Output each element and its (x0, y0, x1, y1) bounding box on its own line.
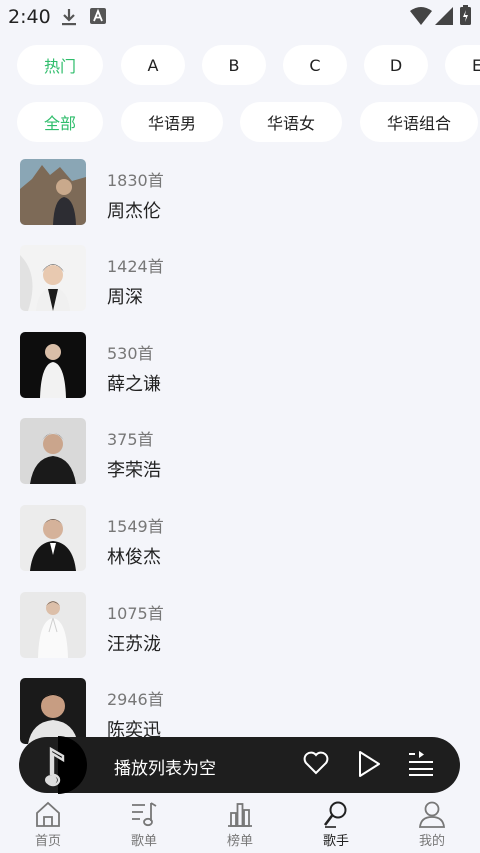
song-count: 1549首 (107, 517, 164, 536)
bottom-tab-bar: 首页 歌单 榜单 歌手 我的 (0, 795, 480, 853)
download-icon (60, 7, 78, 31)
cellular-signal-icon (435, 7, 453, 29)
singer-avatar (20, 678, 86, 744)
tab-label: 歌手 (322, 834, 349, 849)
category-filter-row: 全部 华语男 华语女 华语组合 (0, 102, 480, 144)
microphone-icon (323, 801, 347, 828)
tab-playlists[interactable]: 歌单 (96, 799, 192, 853)
user-icon (419, 801, 445, 828)
song-count: 1075首 (107, 604, 164, 623)
song-count: 375首 (107, 430, 154, 449)
tab-label: 歌单 (130, 834, 157, 849)
battery-icon (460, 5, 471, 29)
tab-label: 我的 (418, 834, 445, 849)
home-icon (36, 801, 60, 827)
chip-chinese-female[interactable]: 华语女 (240, 102, 342, 142)
song-count: 2946首 (107, 690, 164, 709)
status-time: 2:40 (8, 6, 51, 28)
bar-chart-icon (228, 803, 252, 827)
singer-avatar (20, 592, 86, 658)
singer-name: 薛之谦 (107, 374, 161, 395)
singer-avatar (20, 505, 86, 571)
singer-row[interactable]: 375首 李荣浩 (0, 418, 480, 504)
song-count: 1424首 (107, 257, 164, 276)
player-status-text: 播放列表为空 (114, 759, 216, 779)
chip-letter-e[interactable]: E (445, 45, 480, 85)
chip-letter-d[interactable]: D (364, 45, 428, 85)
singer-row[interactable]: 1830首 周杰伦 (0, 159, 480, 245)
chip-chinese-male[interactable]: 华语男 (121, 102, 223, 142)
singer-name: 周深 (107, 287, 143, 308)
playlist-icon (132, 802, 157, 827)
singer-avatar (20, 418, 86, 484)
tab-label: 首页 (34, 834, 61, 849)
singer-row[interactable]: 1075首 汪苏泷 (0, 592, 480, 678)
chip-chinese-group[interactable]: 华语组合 (360, 102, 478, 142)
singer-row[interactable]: 530首 薛之谦 (0, 332, 480, 418)
wifi-icon (410, 7, 432, 29)
singer-name: 汪苏泷 (107, 634, 161, 655)
chip-letter-a[interactable]: A (121, 45, 185, 85)
singer-avatar (20, 332, 86, 398)
chip-letter-b[interactable]: B (202, 45, 266, 85)
music-note-icon (29, 736, 87, 794)
chip-letter-c[interactable]: C (283, 45, 347, 85)
singer-name: 周杰伦 (107, 201, 161, 222)
singer-name: 李荣浩 (107, 460, 161, 481)
song-count: 530首 (107, 344, 154, 363)
singer-row[interactable]: 1549首 林俊杰 (0, 505, 480, 591)
song-count: 1830首 (107, 171, 164, 190)
singer-row[interactable]: 1424首 周深 (0, 245, 480, 331)
singer-avatar (20, 159, 86, 225)
letter-filter-row: 热门 A B C D E (0, 45, 480, 87)
tab-home[interactable]: 首页 (0, 799, 96, 853)
tab-mine[interactable]: 我的 (384, 799, 480, 853)
mini-player[interactable]: 播放列表为空 (19, 736, 460, 794)
status-bar: 2:40 (0, 0, 480, 34)
tab-charts[interactable]: 榜单 (192, 799, 288, 853)
app-notification-icon (90, 8, 106, 28)
singer-name: 林俊杰 (107, 547, 161, 568)
play-icon[interactable] (355, 749, 383, 783)
singer-avatar (20, 245, 86, 311)
playlist-icon[interactable] (407, 749, 435, 781)
tab-label: 榜单 (226, 834, 253, 849)
chip-all[interactable]: 全部 (17, 102, 103, 142)
chip-hot[interactable]: 热门 (17, 45, 103, 85)
tab-singers[interactable]: 歌手 (288, 799, 384, 853)
heart-icon[interactable] (302, 749, 330, 781)
